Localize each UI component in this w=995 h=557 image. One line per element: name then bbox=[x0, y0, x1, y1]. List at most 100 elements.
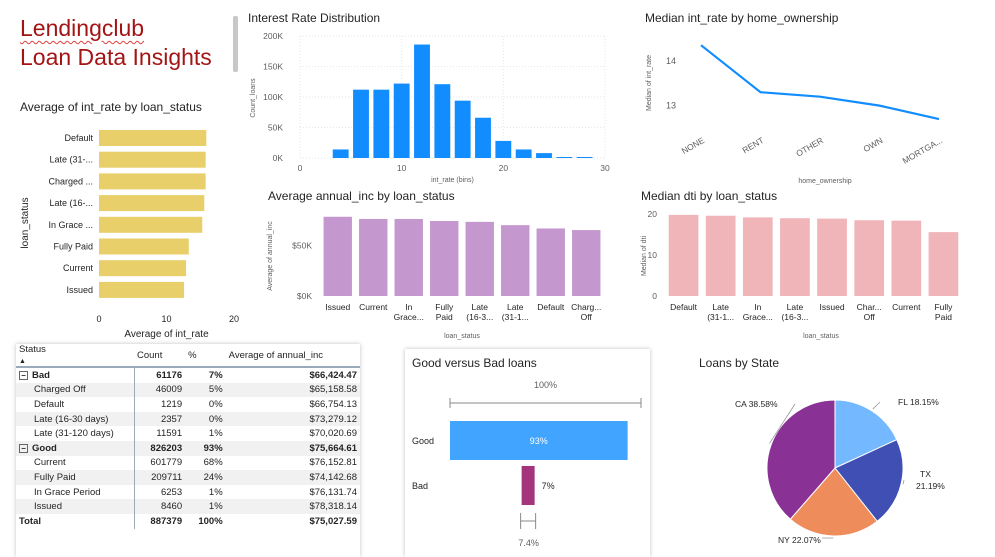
status-cell: − Good bbox=[16, 440, 135, 456]
avg-int-rate-title: Average of int_rate by loan_status bbox=[20, 100, 202, 114]
report-title: Lendingclub Loan Data Insights bbox=[20, 14, 212, 72]
count-cell: 11591 bbox=[156, 428, 183, 440]
category-label: Charged ... bbox=[48, 176, 93, 186]
x-axis-title: int_rate (bins) bbox=[431, 177, 474, 184]
x-tick-label: Late bbox=[787, 302, 804, 312]
column-bar bbox=[891, 220, 922, 296]
pct-cell: 93% bbox=[185, 440, 226, 456]
table-row[interactable]: Late (31-120 days) 11591 1% $70,020.69 bbox=[16, 426, 360, 441]
col-header-status[interactable]: Status ▲ bbox=[16, 344, 134, 368]
pct-cell: 0% bbox=[185, 411, 226, 427]
x-tick-label: Fully bbox=[934, 302, 953, 312]
histogram-bar bbox=[515, 149, 532, 158]
column-bar bbox=[928, 232, 959, 296]
histogram-bar bbox=[434, 84, 451, 158]
count-cell: 8460 bbox=[134, 499, 186, 514]
group-row[interactable]: − Bad 61176 7% $66,424.47 bbox=[16, 367, 360, 383]
status-table[interactable]: Status ▲ Count % Average of annual_inc − B… bbox=[16, 344, 360, 529]
y-axis-title: Median of dti bbox=[641, 236, 648, 277]
avg-int-rate-chart[interactable]: Default Late (31-... Charged ... Late (16-.… bbox=[15, 118, 245, 343]
slice-label: CA 38.58% bbox=[735, 399, 778, 409]
report-title-line1: Lendingclub bbox=[20, 15, 145, 41]
int-rate-dist-chart[interactable]: 0K 50K 100K 150K 200K 0 10 20 30 int_rate (bins) C… bbox=[243, 28, 618, 188]
median-int-rate-chart[interactable]: 13 14 NONE RENT OTHER OWN MORTGA... home_owners… bbox=[640, 28, 960, 190]
annual-inc-cell: $74,142.68 bbox=[225, 470, 360, 485]
data-label: 7.4% bbox=[518, 538, 539, 548]
report-title-line2: Loan Data Insights bbox=[20, 44, 212, 70]
column-bar bbox=[323, 216, 352, 296]
table-row[interactable]: Current 601779 68% $76,152.81 bbox=[16, 455, 360, 471]
count-cell: 826203 bbox=[134, 440, 186, 456]
table-row[interactable]: Issued 8460 1% $78,318.14 bbox=[16, 499, 360, 514]
bar bbox=[99, 238, 189, 255]
x-tick-label: NONE bbox=[680, 135, 707, 156]
category-label: Current bbox=[63, 263, 94, 273]
y-axis-title: Median of int_rate bbox=[646, 55, 653, 111]
good-bad-panel: Good versus Bad loans 100% Good 93% Bad 7% 7.… bbox=[405, 349, 650, 557]
category-label: Late (31-... bbox=[49, 155, 93, 165]
table-row[interactable]: Default 1219 0% $66,754.13 bbox=[16, 397, 360, 412]
histogram-bar bbox=[393, 83, 410, 158]
histogram-bar bbox=[536, 153, 552, 158]
status-cell: Late (16-30 days) bbox=[16, 411, 135, 427]
category-label: In Grace ... bbox=[48, 220, 93, 230]
avg-annual-inc-chart[interactable]: $0K $50K Issued Current InGrace... FullyPaid L… bbox=[262, 206, 607, 346]
category-label: Good bbox=[412, 436, 434, 446]
histogram-bar bbox=[495, 140, 512, 158]
x-tick-label: Issued bbox=[325, 302, 350, 312]
count-cell: 61176 bbox=[156, 369, 183, 381]
x-tick-label: In bbox=[405, 302, 412, 312]
group-row[interactable]: − Good 826203 93% $75,664.61 bbox=[16, 440, 360, 456]
status-cell: Current bbox=[16, 455, 135, 471]
status-cell: In Grace Period bbox=[16, 484, 135, 500]
histogram-bar bbox=[454, 100, 471, 158]
x-tick-label: (16-3... bbox=[466, 312, 493, 322]
x-tick-label: 10 bbox=[397, 163, 407, 173]
y-tick-label: 200K bbox=[263, 31, 283, 41]
annual-inc-cell: $78,318.14 bbox=[225, 499, 360, 514]
x-tick-label: 20 bbox=[499, 163, 509, 173]
scrollbar-thumb[interactable] bbox=[233, 16, 238, 72]
bar bbox=[99, 281, 185, 298]
count-cell: 2357 bbox=[134, 411, 186, 427]
total-row[interactable]: Total 887379 100% $75,027.59 bbox=[16, 513, 360, 529]
table-row[interactable]: Charged Off 46009 5% $65,158.58 bbox=[16, 382, 360, 398]
pct-cell: 0% bbox=[208, 398, 223, 410]
y-tick-label: 14 bbox=[666, 56, 676, 66]
series-line bbox=[700, 44, 940, 121]
x-tick-label: Fully bbox=[435, 302, 454, 312]
status-table-panel: Status ▲ Count % Average of annual_inc − B… bbox=[16, 344, 360, 557]
collapse-icon[interactable]: − bbox=[19, 370, 28, 380]
x-tick-label: 10 bbox=[161, 314, 171, 324]
pct-cell: 1% bbox=[208, 486, 223, 498]
x-tick-label: Default bbox=[537, 302, 565, 312]
x-tick-label: Current bbox=[892, 302, 921, 312]
good-bad-chart[interactable]: 100% Good 93% Bad 7% 7.4% bbox=[405, 371, 650, 557]
loans-by-state-chart[interactable]: FL 18.15% TX 21.19% NY 22.07% CA 38.58% bbox=[690, 372, 990, 552]
median-dti-chart[interactable]: 01020Default Late(31-1...InGrace...Late(1… bbox=[636, 206, 966, 346]
bar bbox=[99, 260, 187, 277]
pct-cell: 24% bbox=[185, 470, 226, 485]
status-cell: Default bbox=[16, 397, 135, 412]
col-header-annual-inc[interactable]: Average of annual_inc bbox=[225, 344, 360, 368]
x-tick-label: Late bbox=[712, 302, 729, 312]
collapse-icon[interactable]: − bbox=[19, 443, 28, 453]
col-header-pct[interactable]: % bbox=[185, 344, 226, 368]
table-row[interactable]: Late (16-30 days) 2357 0% $73,279.12 bbox=[16, 411, 360, 427]
bar bbox=[99, 151, 206, 168]
column-bar bbox=[536, 228, 565, 296]
x-tick-label: 30 bbox=[600, 163, 610, 173]
col-header-count[interactable]: Count bbox=[134, 344, 186, 368]
x-tick-label: RENT bbox=[740, 135, 765, 155]
table-row[interactable]: Fully Paid 209711 24% $74,142.68 bbox=[16, 470, 360, 485]
x-tick-label: Grace... bbox=[394, 312, 424, 322]
histogram-bar bbox=[373, 89, 390, 158]
bar bbox=[99, 173, 206, 190]
sort-asc-icon[interactable]: ▲ bbox=[19, 358, 26, 365]
table-row[interactable]: In Grace Period 6253 1% $76,131.74 bbox=[16, 484, 360, 500]
column-bar bbox=[465, 221, 494, 296]
x-tick-label: 0 bbox=[298, 163, 303, 173]
annual-inc-cell: $75,027.59 bbox=[309, 515, 357, 527]
annual-inc-cell: $76,152.81 bbox=[309, 457, 357, 469]
x-tick-label: Char... bbox=[857, 302, 882, 312]
